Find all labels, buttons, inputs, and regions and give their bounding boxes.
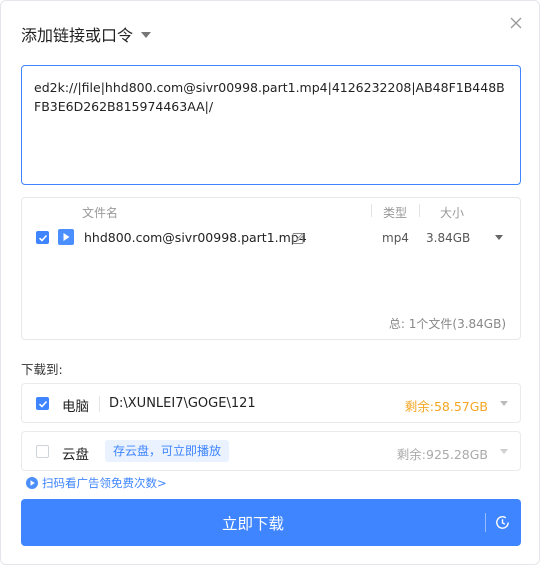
destination-pc[interactable]: 电脑 D:\XUNLEI7\GOGE\121 剩余:58.57GB	[21, 383, 521, 423]
file-checkbox[interactable]	[36, 231, 49, 244]
file-total: 总: 1个文件(3.84GB)	[388, 317, 506, 331]
file-row: hhd800.com@sivr00998.part1.mp4 mp4 3.84G…	[22, 227, 520, 249]
download-button-label: 立即下载	[221, 515, 284, 533]
file-type: mp4	[382, 231, 409, 245]
clock-icon[interactable]	[494, 514, 511, 531]
file-name: hhd800.com@sivr00998.part1.mp4	[84, 230, 307, 245]
file-size: 3.84GB	[426, 231, 471, 245]
column-divider	[371, 204, 372, 217]
chevron-down-icon[interactable]	[500, 449, 508, 454]
cloud-play-tag[interactable]: 存云盘，可立即播放	[105, 440, 230, 462]
chevron-down-icon[interactable]	[500, 401, 508, 406]
cloud-label: 云盘	[62, 447, 89, 463]
pc-path[interactable]: D:\XUNLEI7\GOGE\121	[109, 396, 256, 411]
destination-cloud[interactable]: 云盘 存云盘，可立即播放 剩余:925.28GB	[21, 431, 521, 471]
ad-link-text: 扫码看广告领免费次数>	[42, 476, 167, 490]
add-link-dialog: 添加链接或口令 ed2k://|file|hhd800.com@sivr0099…	[0, 0, 540, 565]
column-divider	[419, 204, 420, 217]
divider	[99, 396, 100, 412]
ad-icon	[26, 477, 38, 489]
chevron-down-icon	[141, 32, 152, 38]
chevron-down-icon[interactable]	[495, 235, 503, 240]
pc-checkbox[interactable]	[36, 397, 49, 410]
column-header-type: 类型	[383, 206, 408, 220]
column-header-name: 文件名	[82, 206, 119, 220]
file-list-panel: 文件名 类型 大小 hhd800.com@sivr00998.part1.mp4…	[21, 197, 521, 340]
dialog-title-dropdown[interactable]: 添加链接或口令	[21, 23, 152, 45]
pc-label: 电脑	[62, 399, 89, 415]
column-header-size: 大小	[440, 206, 465, 220]
dialog-title: 添加链接或口令	[21, 26, 134, 45]
link-input[interactable]: ed2k://|file|hhd800.com@sivr00998.part1.…	[21, 65, 521, 185]
button-divider	[485, 513, 486, 532]
close-icon[interactable]	[507, 14, 525, 32]
edit-icon[interactable]	[292, 230, 305, 244]
cloud-remaining-space: 剩余:925.28GB	[396, 447, 488, 462]
download-now-button[interactable]: 立即下载	[21, 499, 521, 546]
link-input-value: ed2k://|file|hhd800.com@sivr00998.part1.…	[34, 80, 505, 114]
ad-link[interactable]: 扫码看广告领免费次数>	[26, 476, 167, 490]
pc-remaining-space: 剩余:58.57GB	[404, 399, 488, 414]
play-icon	[58, 229, 74, 245]
cloud-checkbox[interactable]	[36, 445, 49, 458]
download-to-label: 下载到:	[21, 362, 63, 377]
